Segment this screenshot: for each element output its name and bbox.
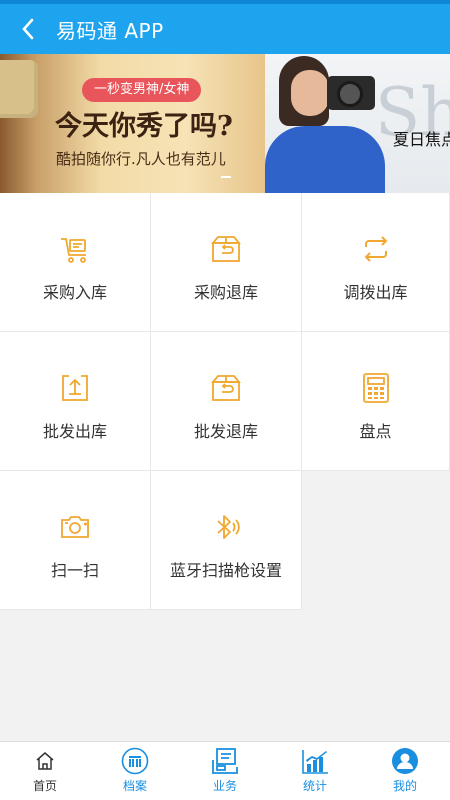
banner-headline: 今天你秀了吗? — [55, 111, 233, 142]
transfer-arrows-icon — [364, 236, 387, 262]
grid-item-label: 采购退库 — [193, 283, 258, 302]
tab-statistics[interactable]: 统计 — [270, 742, 360, 800]
camera-image — [0, 60, 38, 118]
business-icon — [212, 748, 238, 774]
banner-pill: 一秒变男神/女神 — [82, 78, 202, 102]
banner-slide-2[interactable]: Sh 夏日焦点 — [265, 54, 450, 193]
grid-item-label: 批发出库 — [42, 422, 107, 441]
banner-caption: 夏日焦点 — [393, 130, 450, 149]
grid-item-purchase-return[interactable]: 采购退库 — [151, 193, 302, 332]
banner-slide-1[interactable]: 一秒变男神/女神 今天你秀了吗? 酷拍随你行.凡人也有范儿 — [0, 54, 265, 193]
tab-home[interactable]: 首页 — [0, 742, 90, 800]
camera-scan-icon — [61, 516, 89, 538]
cart-icon — [61, 238, 86, 263]
grid-item-wholesale-out[interactable]: 批发出库 — [0, 332, 151, 471]
box-return-icon — [211, 236, 241, 262]
tab-mine[interactable]: 我的 — [360, 742, 450, 800]
tab-label: 业务 — [212, 779, 237, 793]
grid-item-label: 蓝牙扫描枪设置 — [169, 561, 282, 580]
chart-icon — [302, 750, 328, 774]
grid-item-stocktake[interactable]: 盘点 — [302, 332, 450, 471]
tab-archive[interactable]: 档案 — [90, 742, 180, 800]
grid-item-label: 扫一扫 — [50, 561, 99, 580]
bluetooth-icon — [217, 515, 240, 539]
grid-item-purchase-in[interactable]: 采购入库 — [0, 193, 151, 332]
tab-label: 我的 — [392, 779, 417, 793]
camera-lens — [337, 81, 363, 107]
grid-item-label: 调拨出库 — [343, 283, 408, 302]
chevron-left-icon — [22, 18, 34, 40]
tab-label: 首页 — [32, 779, 57, 793]
grid-item-label: 批发退库 — [193, 422, 258, 441]
box-return-icon — [211, 375, 241, 401]
upload-tray-icon — [62, 375, 88, 401]
banner-carousel[interactable]: 一秒变男神/女神 今天你秀了吗? 酷拍随你行.凡人也有范儿 Sh 夏日焦点 — [0, 54, 450, 193]
bottom-tab-bar: 首页 档案 业务 统计 我的 — [0, 741, 450, 800]
back-button[interactable] — [0, 4, 56, 54]
user-icon — [392, 748, 418, 774]
tab-label: 档案 — [122, 779, 147, 793]
banner-subline: 酷拍随你行.凡人也有范儿 — [56, 150, 226, 168]
calculator-icon — [362, 373, 389, 403]
grid-item-transfer-out[interactable]: 调拨出库 — [302, 193, 450, 332]
grid-item-scan[interactable]: 扫一扫 — [0, 471, 151, 610]
page-title: 易码通 APP — [56, 18, 164, 43]
model-shirt — [265, 126, 385, 193]
carousel-indicator — [221, 176, 231, 178]
model-face — [291, 70, 329, 116]
home-icon — [36, 752, 54, 770]
grid-item-wholesale-return[interactable]: 批发退库 — [151, 332, 302, 471]
app-header: 易码通 APP — [0, 4, 450, 54]
tab-label: 统计 — [302, 779, 327, 793]
grid-item-bluetooth-scanner-settings[interactable]: 蓝牙扫描枪设置 — [151, 471, 302, 610]
archive-icon — [121, 747, 149, 775]
grid-item-label: 采购入库 — [42, 283, 107, 302]
grid-item-label: 盘点 — [359, 422, 392, 441]
tab-business[interactable]: 业务 — [180, 742, 270, 800]
